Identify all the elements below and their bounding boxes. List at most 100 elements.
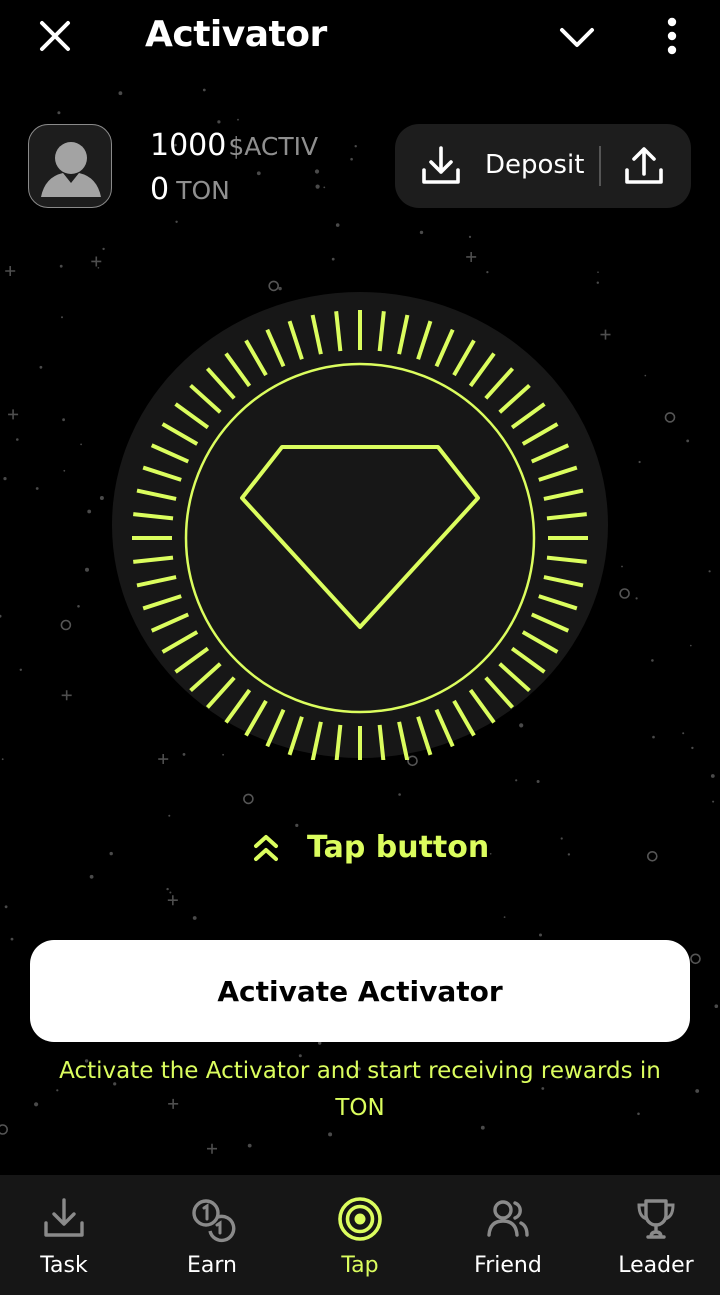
star: [489, 853, 492, 855]
nav-item-leader[interactable]: Leader: [584, 1175, 720, 1295]
nav-item-earn[interactable]: Earn: [140, 1175, 284, 1295]
user-icon: [41, 142, 101, 197]
ton-balance: 0 TON: [150, 172, 230, 207]
star: [109, 851, 113, 856]
app-title: Activator: [145, 14, 327, 55]
star: [169, 891, 172, 894]
star: [4, 905, 8, 909]
star: [63, 469, 66, 472]
star: [80, 443, 82, 446]
star: [710, 774, 715, 778]
nav-label: Tap: [341, 1253, 379, 1278]
download-tray-icon: [40, 1195, 88, 1243]
star: [10, 937, 14, 941]
star: [295, 823, 299, 828]
star: [596, 281, 599, 284]
star: [398, 793, 401, 796]
star: [335, 223, 340, 227]
star: [237, 118, 239, 121]
activate-button[interactable]: Activate Activator: [30, 940, 690, 1042]
tap-hint-label: Tap button: [307, 830, 490, 865]
star: [651, 659, 654, 662]
tap-dial[interactable]: [110, 290, 610, 760]
app-header: Activator: [0, 0, 720, 72]
ton-unit: TON: [176, 176, 230, 205]
activate-description: Activate the Activator and start receivi…: [59, 1058, 661, 1121]
divider: [599, 146, 601, 186]
download-icon[interactable]: [419, 144, 463, 188]
trophy-icon: [632, 1195, 680, 1243]
nav-item-task[interactable]: Task: [0, 1175, 136, 1295]
star-ring: [690, 953, 701, 965]
nav-label: Earn: [187, 1253, 237, 1278]
star: [256, 171, 261, 176]
star-plus: [91, 256, 102, 267]
star: [515, 779, 518, 782]
star: [503, 916, 506, 918]
nav-item-tap[interactable]: Tap: [288, 1175, 432, 1295]
friends-icon: [484, 1195, 532, 1243]
more-vertical-icon[interactable]: [656, 14, 688, 58]
star: [323, 186, 326, 189]
star: [15, 438, 19, 441]
star: [714, 1004, 719, 1008]
target-icon: [336, 1195, 384, 1243]
chevron-down-icon[interactable]: [556, 18, 598, 58]
star-ring: [243, 793, 254, 805]
star: [87, 509, 92, 514]
deposit-button[interactable]: Deposit: [485, 150, 584, 180]
star: [638, 460, 641, 464]
activ-amount: 1000: [150, 128, 227, 163]
star: [328, 1132, 333, 1137]
star: [350, 157, 353, 161]
upload-icon[interactable]: [622, 144, 666, 188]
star: [314, 169, 320, 174]
star-plus: [5, 265, 16, 276]
star: [192, 916, 197, 920]
star: [486, 271, 489, 274]
star: [652, 735, 655, 739]
star: [85, 567, 89, 572]
star: [34, 1102, 39, 1107]
star: [97, 267, 100, 269]
star: [166, 887, 169, 891]
star-ring: [60, 619, 72, 631]
star: [536, 780, 540, 783]
star: [635, 597, 638, 600]
avatar[interactable]: [28, 124, 112, 208]
star: [354, 145, 357, 148]
close-icon[interactable]: [35, 16, 75, 56]
star-ring: [0, 1124, 8, 1135]
star-plus: [466, 251, 477, 262]
star-ring: [664, 412, 676, 423]
activ-balance: 1000$ACTIV: [150, 128, 318, 163]
star: [567, 853, 571, 856]
star: [175, 220, 178, 223]
coins-icon: [188, 1195, 236, 1243]
star: [59, 264, 63, 268]
star: [331, 257, 335, 261]
star: [712, 800, 715, 803]
star: [102, 247, 105, 251]
star: [217, 120, 221, 124]
star: [468, 235, 472, 238]
star-plus: [8, 409, 19, 420]
bottom-nav: Task Earn Tap Friend Leader: [0, 1175, 720, 1295]
nav-item-friend[interactable]: Friend: [436, 1175, 580, 1295]
star: [1, 758, 4, 761]
star: [61, 316, 63, 319]
star-ring: [619, 588, 630, 599]
star: [691, 746, 694, 750]
star: [690, 644, 692, 647]
star: [539, 933, 542, 937]
nav-label: Leader: [618, 1253, 694, 1278]
star: [62, 418, 65, 422]
star: [168, 814, 171, 817]
star: [99, 496, 104, 500]
star-ring: [646, 850, 658, 862]
star: [89, 874, 94, 879]
star: [597, 271, 599, 274]
star: [315, 184, 320, 189]
double-chevron-up-icon: [250, 830, 282, 866]
nav-label: Task: [40, 1253, 88, 1278]
